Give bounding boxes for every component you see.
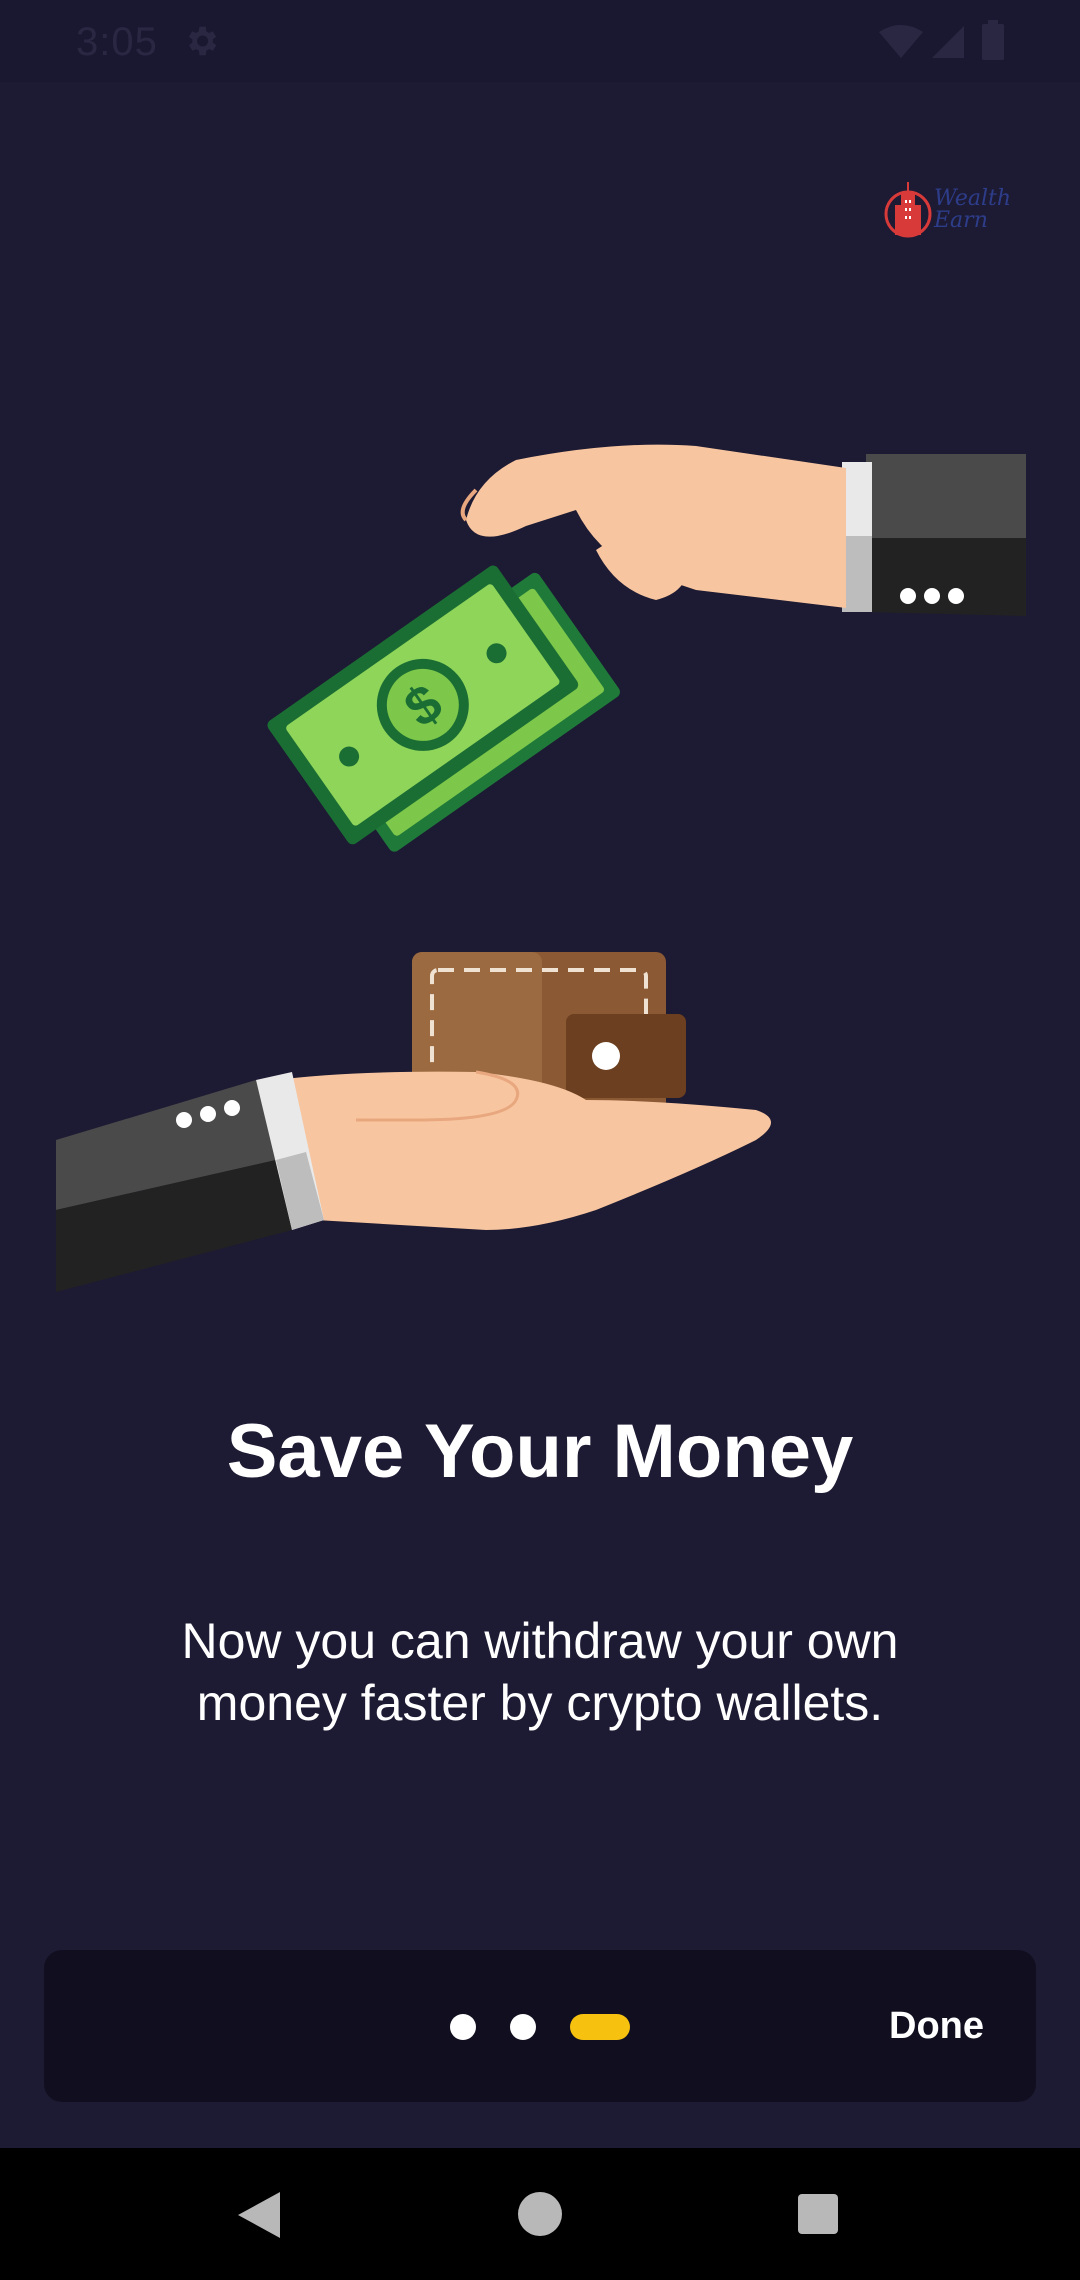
onboarding-pager: Done (44, 1950, 1036, 2102)
onboarding-description: Now you can withdraw your own money fast… (181, 1613, 899, 1731)
status-bar: 3:05 (0, 0, 1080, 82)
bottom-sleeve-icon (56, 1072, 324, 1292)
bottom-hand-icon (276, 1070, 771, 1230)
settings-icon (188, 26, 217, 56)
logo-line-2: Earn (934, 208, 988, 233)
page-dot-3-active[interactable] (570, 2014, 630, 2040)
status-time: 3:05 (76, 20, 158, 64)
logo-wordmark: Wealth Earn (934, 188, 1011, 232)
system-nav-bar (0, 2148, 1080, 2280)
wifi-icon (879, 25, 923, 58)
page-dot-1[interactable] (450, 2014, 476, 2040)
money-wallet-illustration: $ (56, 444, 1026, 1292)
back-icon[interactable] (236, 2190, 282, 2240)
top-sleeve-icon (842, 454, 1026, 616)
onboarding-screen: 3:05 Wealth Earn $ Save Your Money Now y… (0, 0, 1080, 2280)
home-icon[interactable] (518, 2192, 562, 2236)
logo-line-1: Wealth (934, 186, 1011, 211)
brand-logo: Wealth Earn (884, 176, 1024, 244)
cash-bills-icon: $ (267, 565, 620, 852)
page-dot-2[interactable] (510, 2014, 536, 2040)
battery-icon (982, 20, 1004, 60)
recents-icon[interactable] (798, 2194, 838, 2234)
onboarding-title: Save Your Money (226, 1409, 854, 1494)
signal-icon (932, 26, 964, 58)
building-logo-icon (884, 182, 932, 238)
done-button[interactable]: Done (889, 1996, 984, 2056)
